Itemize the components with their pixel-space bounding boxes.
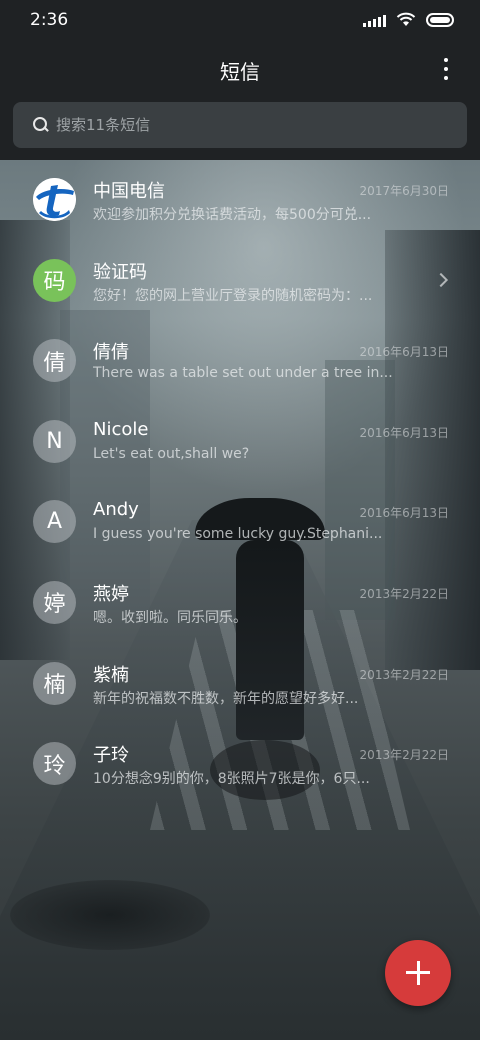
contact-name: 中国电信: [93, 181, 165, 202]
message-preview: There was a table set out under a tree i…: [93, 365, 393, 382]
status-icons: [363, 12, 454, 27]
message-preview: Let's eat out,shall we?: [93, 445, 250, 462]
wifi-icon: [396, 12, 416, 26]
conversation-list: 中国电信 欢迎参加积分兑换话费活动，每500分可兑... 2017年6月30日 …: [0, 160, 480, 805]
message-date: 2016年6月13日: [359, 345, 449, 360]
avatar: 码: [33, 258, 76, 302]
message-preview: 10分想念9别的你，8张照片7张是你，6只...: [93, 771, 370, 788]
more-vertical-icon[interactable]: [440, 56, 452, 82]
chevron-right-icon[interactable]: [433, 272, 449, 287]
telecom-logo-icon: [33, 178, 76, 221]
message-date: 2013年2月22日: [359, 586, 449, 601]
search-icon: [33, 117, 49, 133]
contact-name: 紫楠: [93, 664, 129, 686]
battery-icon: [426, 12, 454, 27]
wallpaper-manhole: [10, 880, 210, 950]
contact-name: Nicole: [93, 418, 149, 440]
message-date: 2013年2月22日: [359, 748, 449, 763]
avatar: 倩: [33, 339, 76, 383]
message-preview: 欢迎参加积分兑换话费活动，每500分可兑...: [93, 207, 372, 223]
avatar: 玲: [33, 742, 76, 786]
avatar: [33, 178, 76, 221]
message-date: 2016年6月13日: [359, 506, 449, 521]
conversation-item[interactable]: 婷 燕婷 嗯。收到啦。同乐同乐。 2013年2月22日: [0, 563, 480, 644]
conversation-item[interactable]: 码 验证码 您好！您的网上营业厅登录的随机密码为：...: [0, 241, 480, 322]
conversation-item[interactable]: 倩 倩倩 There was a table set out under a t…: [0, 321, 480, 402]
signal-icon: [363, 13, 386, 27]
message-preview: 新年的祝福数不胜数，新年的愿望好多好...: [93, 690, 359, 707]
conversation-item[interactable]: 玲 子玲 10分想念9别的你，8张照片7张是你，6只... 2013年2月22日: [0, 724, 480, 805]
contact-name: 燕婷: [93, 583, 129, 605]
avatar: A: [33, 500, 76, 544]
message-date: 2017年6月30日: [359, 184, 449, 198]
contact-name: Andy: [93, 499, 139, 521]
search-bar[interactable]: [13, 102, 467, 148]
new-message-button[interactable]: [385, 940, 451, 1006]
message-date: 2013年2月22日: [359, 667, 449, 682]
message-preview: 您好！您的网上营业厅登录的随机密码为：...: [93, 287, 373, 304]
avatar: N: [33, 419, 76, 463]
conversation-item[interactable]: 楠 紫楠 新年的祝福数不胜数，新年的愿望好多好... 2013年2月22日: [0, 644, 480, 725]
contact-name: 倩倩: [93, 342, 129, 364]
status-bar: 2:36: [0, 0, 480, 40]
status-time: 2:36: [30, 10, 69, 30]
conversation-item[interactable]: N Nicole Let's eat out,shall we? 2016年6月…: [0, 402, 480, 483]
message-preview: I guess you're some lucky guy.Stephani..…: [93, 526, 383, 543]
page-title: 短信: [220, 60, 260, 84]
contact-name: 验证码: [93, 261, 147, 283]
conversation-item[interactable]: A Andy I guess you're some lucky guy.Ste…: [0, 482, 480, 563]
message-preview: 嗯。收到啦。同乐同乐。: [93, 609, 247, 626]
search-input[interactable]: [56, 116, 436, 134]
contact-name: 子玲: [93, 745, 129, 767]
app-header: 短信: [0, 40, 480, 160]
message-date: 2016年6月13日: [359, 425, 449, 440]
conversation-item[interactable]: 中国电信 欢迎参加积分兑换话费活动，每500分可兑... 2017年6月30日: [0, 160, 480, 241]
avatar: 婷: [33, 580, 76, 624]
avatar: 楠: [33, 661, 76, 705]
